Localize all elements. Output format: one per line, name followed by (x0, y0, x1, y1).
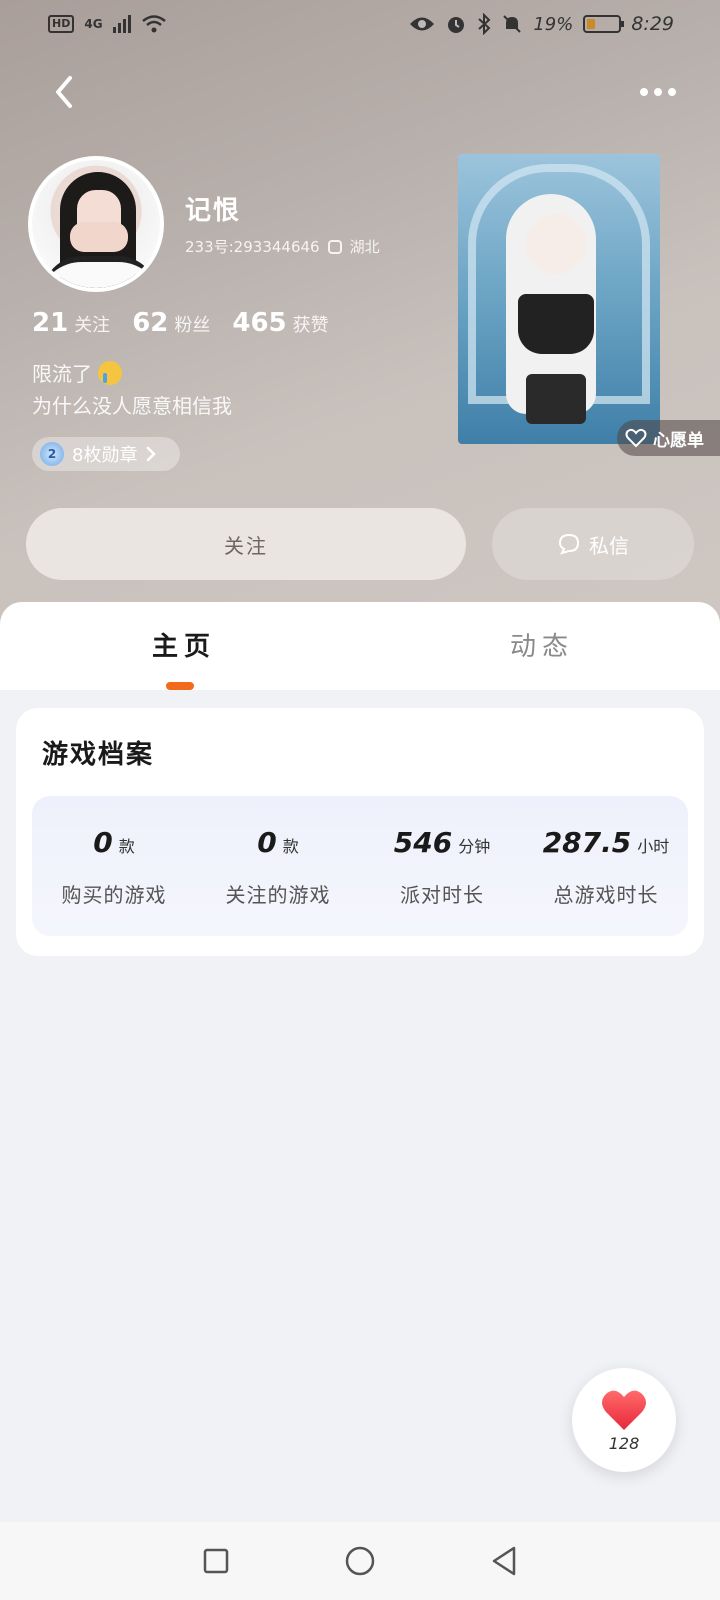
circle-icon (345, 1546, 375, 1576)
system-nav-bar (0, 1522, 720, 1600)
back-button[interactable] (44, 70, 84, 114)
chat-bubble-icon (558, 533, 580, 555)
avatar[interactable] (28, 156, 164, 292)
stat-likes[interactable]: 465 获赞 (232, 308, 328, 338)
bio: 限流了 为什么没人愿意相信我 (32, 358, 232, 422)
bio-line: 限流了 (32, 362, 92, 386)
username: 记恨 (185, 196, 242, 226)
heart-icon (602, 1390, 646, 1430)
stat-following[interactable]: 21 关注 (32, 308, 110, 338)
tab-home[interactable]: 主页 (152, 626, 216, 663)
status-right: 19% 8:29 (409, 13, 674, 35)
profile-tabs: 主页 动态 (0, 602, 720, 690)
signal-icon (112, 15, 131, 33)
stat-label: 粉丝 (174, 315, 211, 336)
game-stat-unit: 小时 (637, 837, 670, 856)
eye-icon (410, 17, 435, 31)
message-label: 私信 (589, 535, 629, 558)
bio-line: 为什么没人愿意相信我 (32, 394, 232, 418)
profile-stats: 21 关注 62 粉丝 465 获赞 (32, 308, 329, 338)
stat-value: 62 (132, 308, 169, 338)
game-stat-value: 0 (93, 826, 113, 859)
medal-icon: 2 (40, 442, 64, 466)
game-stat-label: 购买的游戏 (61, 883, 167, 907)
network-type: 4G (84, 17, 103, 31)
crying-emoji-icon (98, 361, 123, 385)
recent-apps-button[interactable] (200, 1545, 232, 1577)
square-icon (203, 1548, 229, 1574)
battery-icon (583, 15, 625, 33)
game-stat-value: 0 (257, 826, 277, 859)
game-stat-purchased[interactable]: 0款 购买的游戏 (32, 796, 196, 936)
game-stat-unit: 分钟 (458, 837, 491, 856)
like-count: 128 (608, 1433, 640, 1453)
hd-indicator: HD (48, 15, 75, 33)
chevron-left-icon (56, 76, 72, 108)
stat-followers[interactable]: 62 粉丝 (132, 308, 210, 338)
more-options-button[interactable] (640, 80, 684, 104)
badges-button[interactable]: 2 8枚勋章 (32, 437, 180, 471)
game-stat-value: 546 (393, 826, 453, 859)
heart-outline-icon (625, 428, 647, 448)
mute-bell-icon (503, 15, 522, 33)
stat-label: 关注 (74, 315, 111, 336)
like-button[interactable]: 128 (572, 1368, 676, 1472)
back-nav-button[interactable] (488, 1545, 520, 1577)
profile-header: HD 4G 19% 8:29 记恨 233号:293344646 湖北 21 关… (0, 0, 720, 640)
clock: 8:29 (631, 13, 674, 35)
game-stat-label: 派对时长 (400, 883, 484, 907)
game-stats: 0款 购买的游戏 0款 关注的游戏 546 分钟 派对时长 287.5 小时 总游戏… (32, 796, 688, 936)
tab-feed[interactable]: 动态 (510, 626, 574, 663)
wishlist-label: 心愿单 (653, 430, 704, 451)
game-stat-unit: 款 (118, 837, 135, 856)
stat-label: 获赞 (292, 315, 329, 336)
user-id: 233号:293344646 (185, 238, 320, 256)
bluetooth-icon (478, 13, 491, 35)
location: 湖北 (349, 238, 380, 256)
active-tab-indicator (166, 682, 194, 690)
wishlist-button[interactable]: 心愿单 (617, 420, 720, 456)
status-left: HD 4G (48, 14, 167, 34)
game-stat-party-time[interactable]: 546 分钟 派对时长 (360, 796, 524, 936)
status-bar: HD 4G 19% 8:29 (0, 0, 720, 48)
character-avatar-image[interactable] (458, 154, 660, 444)
triangle-back-icon (492, 1546, 516, 1576)
game-stat-label: 关注的游戏 (225, 883, 331, 907)
game-profile-card: 游戏档案 0款 购买的游戏 0款 关注的游戏 546 分钟 派对时长 287.5 小… (16, 708, 704, 956)
game-profile-title: 游戏档案 (42, 740, 155, 770)
wifi-icon (141, 15, 166, 33)
game-stat-label: 总游戏时长 (553, 883, 659, 907)
user-id-row: 233号:293344646 湖北 (185, 236, 380, 257)
more-dot-icon (668, 88, 676, 96)
game-stat-followed[interactable]: 0款 关注的游戏 (196, 796, 360, 936)
home-button[interactable] (344, 1545, 376, 1577)
badges-label: 8枚勋章 (72, 445, 138, 466)
game-stat-value: 287.5 (542, 826, 632, 859)
stat-value: 465 (232, 308, 287, 338)
game-stat-total-time[interactable]: 287.5 小时 总游戏时长 (524, 796, 688, 936)
more-dot-icon (640, 88, 648, 96)
follow-button[interactable]: 关注 (26, 508, 466, 580)
game-stat-unit: 款 (282, 837, 299, 856)
chevron-right-icon (147, 446, 157, 462)
more-dot-icon (654, 88, 662, 96)
copy-icon[interactable] (327, 239, 342, 254)
battery-percent: 19% (533, 13, 574, 35)
alarm-icon (448, 17, 465, 33)
message-button[interactable]: 私信 (492, 508, 694, 580)
stat-value: 21 (32, 308, 69, 338)
